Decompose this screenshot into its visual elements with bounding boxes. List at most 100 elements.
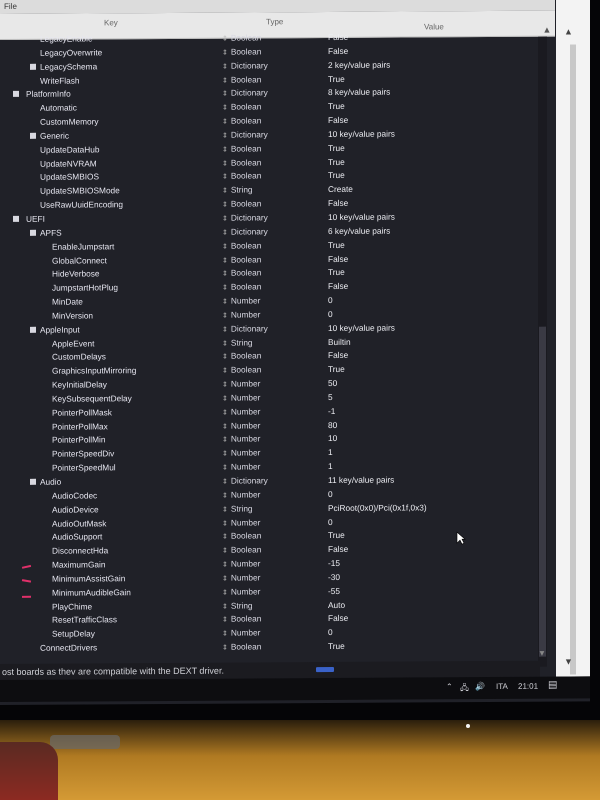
row-type[interactable]: ⇕ String [222,337,253,347]
status-link[interactable] [316,666,334,673]
row-value[interactable]: -15 [328,558,340,568]
row-type[interactable]: ⇕ Number [222,406,260,416]
type-selector-icon[interactable]: ⇕ [222,534,228,541]
row-type[interactable]: ⇕ Number [222,420,260,430]
row-value[interactable]: False [328,350,348,360]
type-selector-icon[interactable]: ⇕ [222,174,228,181]
column-key[interactable]: Key [104,18,118,27]
type-selector-icon[interactable]: ⇕ [222,312,228,319]
row-type[interactable]: ⇕ Dictionary [222,323,268,333]
expand-toggle-icon[interactable] [13,91,19,98]
type-selector-icon[interactable]: ⇕ [222,271,228,278]
type-selector-icon[interactable]: ⇕ [222,216,228,223]
type-selector-icon[interactable]: ⇕ [222,520,228,527]
row-value[interactable]: 80 [328,420,337,430]
type-selector-icon[interactable]: ⇕ [222,340,228,347]
type-selector-icon[interactable]: ⇕ [222,617,228,624]
row-type[interactable]: ⇕ Number [222,309,260,319]
type-selector-icon[interactable]: ⇕ [222,133,228,140]
row-type[interactable]: ⇕ Dictionary [222,212,268,222]
row-type[interactable]: ⇕ Boolean [222,365,261,375]
chevron-up-icon[interactable]: ⌃ [446,682,453,691]
row-type[interactable]: ⇕ Boolean [222,531,261,541]
row-type[interactable]: ⇕ Dictionary [222,129,268,139]
row-value[interactable]: 11 key/value pairs [328,475,394,485]
window-scroll-down-icon[interactable]: ▼ [564,657,573,667]
row-value[interactable]: 2 key/value pairs [328,59,390,69]
row-type[interactable]: ⇕ Number [222,379,260,389]
row-type[interactable]: ⇕ Number [222,462,260,472]
row-type[interactable]: ⇕ Boolean [222,268,261,278]
type-selector-icon[interactable]: ⇕ [222,299,228,306]
row-type[interactable]: ⇕ Boolean [222,143,261,153]
row-value[interactable]: True [328,170,345,180]
row-type[interactable]: ⇕ Number [222,558,260,568]
table-scrollbar-thumb[interactable] [539,326,546,657]
row-type[interactable]: ⇕ Number [222,628,260,638]
row-type[interactable]: ⇕ Boolean [222,282,261,292]
type-selector-icon[interactable]: ⇕ [222,437,228,444]
row-value[interactable]: 1 [328,447,333,457]
type-selector-icon[interactable]: ⇕ [222,202,228,209]
type-selector-icon[interactable]: ⇕ [222,243,228,250]
type-selector-icon[interactable]: ⇕ [222,354,228,361]
expand-toggle-icon[interactable] [30,63,36,70]
scroll-up-arrow-icon[interactable]: ▲ [540,25,554,37]
scroll-down-arrow-icon[interactable]: ▼ [538,649,546,658]
row-value[interactable]: 5 [328,392,333,402]
row-value[interactable]: False [328,281,348,291]
window-scrollbar-thumb[interactable] [570,44,576,675]
type-selector-icon[interactable]: ⇕ [222,229,228,236]
table-row[interactable]: ConnectDrivers ⇕ Boolean True [0,639,540,656]
row-value[interactable]: True [328,364,345,374]
row-value[interactable]: 10 key/value pairs [328,128,395,138]
type-selector-icon[interactable]: ⇕ [222,77,228,84]
row-type[interactable]: ⇕ Dictionary [222,475,268,485]
type-selector-icon[interactable]: ⇕ [222,326,228,333]
row-type[interactable]: ⇕ Boolean [222,351,261,361]
type-selector-icon[interactable]: ⇕ [222,479,228,486]
type-selector-icon[interactable]: ⇕ [222,146,228,153]
row-value[interactable]: False [328,115,348,125]
row-type[interactable]: ⇕ String [222,503,253,513]
row-value[interactable]: -30 [328,572,340,582]
type-selector-icon[interactable]: ⇕ [222,368,228,375]
row-value[interactable]: PciRoot(0x0)/Pci(0x1f,0x3) [328,502,427,513]
type-selector-icon[interactable]: ⇕ [222,382,228,389]
network-icon[interactable]: 🖧 [460,682,469,696]
row-type[interactable]: ⇕ Boolean [222,102,261,112]
row-value[interactable]: 0 [328,489,333,499]
expand-toggle-icon[interactable] [30,132,36,139]
row-type[interactable]: ⇕ Boolean [222,32,261,42]
notifications-icon[interactable]: ▤ [548,680,557,691]
type-selector-icon[interactable]: ⇕ [222,423,228,430]
row-type[interactable]: ⇕ Boolean [222,46,261,56]
row-value[interactable]: Create [328,184,353,194]
row-value[interactable]: 10 key/value pairs [328,212,395,222]
row-value[interactable]: True [328,240,345,250]
type-selector-icon[interactable]: ⇕ [222,465,228,472]
row-type[interactable]: ⇕ Boolean [222,614,261,624]
row-value[interactable]: 6 key/value pairs [328,225,390,235]
row-value[interactable]: True [328,73,345,83]
row-value[interactable]: False [328,46,348,56]
row-value[interactable]: False [328,198,348,208]
type-selector-icon[interactable]: ⇕ [222,160,228,167]
type-selector-icon[interactable]: ⇕ [222,631,228,638]
type-selector-icon[interactable]: ⇕ [222,285,228,292]
expand-toggle-icon[interactable] [13,215,19,222]
type-selector-icon[interactable]: ⇕ [222,105,228,112]
clock[interactable]: 21:01 [518,682,538,691]
type-selector-icon[interactable]: ⇕ [222,396,228,403]
language-indicator[interactable]: ITA [496,682,508,691]
type-selector-icon[interactable]: ⇕ [222,451,228,458]
row-type[interactable]: ⇕ Number [222,572,260,582]
row-type[interactable]: ⇕ Number [222,434,260,444]
row-type[interactable]: ⇕ String [222,600,253,610]
type-selector-icon[interactable]: ⇕ [222,119,228,126]
row-type[interactable]: ⇕ Dictionary [222,226,268,236]
row-type[interactable]: ⇕ Boolean [222,240,261,250]
row-value[interactable]: -55 [328,586,340,596]
row-value[interactable]: False [328,253,348,263]
type-selector-icon[interactable]: ⇕ [222,257,228,264]
